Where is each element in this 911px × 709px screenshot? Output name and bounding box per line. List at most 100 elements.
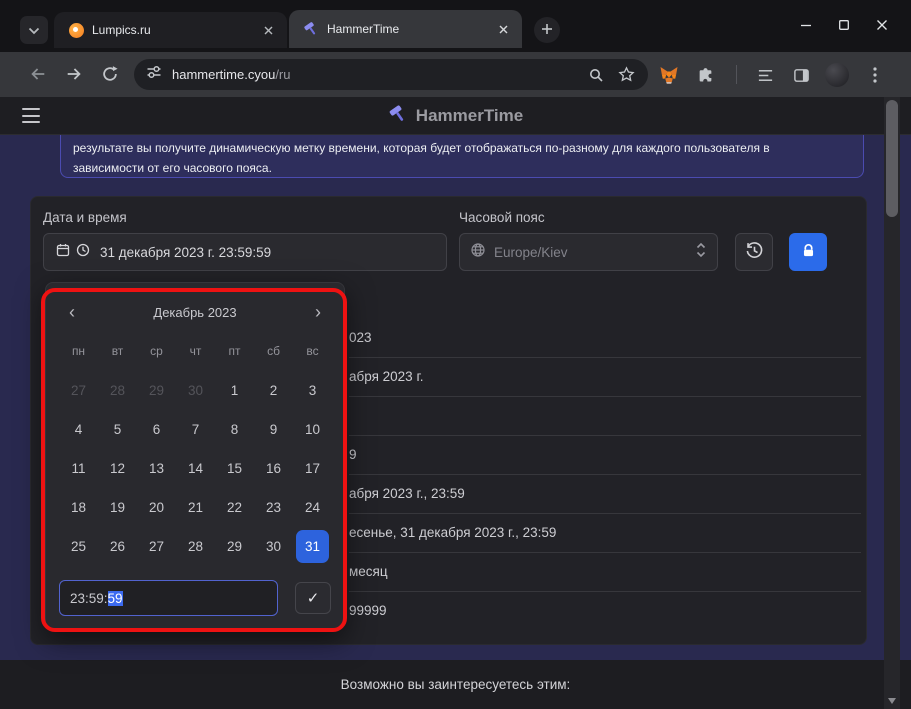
- scrollbar-down-arrow[interactable]: [888, 698, 896, 704]
- calendar-day[interactable]: 7: [176, 410, 215, 449]
- close-button[interactable]: [863, 10, 901, 40]
- result-row[interactable]: 9: [349, 436, 861, 475]
- weekday-label: ср: [150, 344, 163, 358]
- reading-list-icon[interactable]: [751, 63, 779, 87]
- metamask-extension-icon[interactable]: [655, 63, 683, 87]
- calendar-day[interactable]: 14: [176, 449, 215, 488]
- plus-icon: [541, 23, 553, 38]
- calendar-day[interactable]: 8: [215, 410, 254, 449]
- site-info-icon[interactable]: [146, 64, 162, 85]
- prev-month-button[interactable]: ‹: [59, 299, 85, 325]
- minimize-button[interactable]: [787, 10, 825, 40]
- side-panel-icon[interactable]: [787, 63, 815, 87]
- tab-title: Lumpics.ru: [92, 23, 151, 37]
- calendar-day[interactable]: 6: [137, 410, 176, 449]
- calendar-day-selected[interactable]: 31: [296, 530, 329, 563]
- calendar-day[interactable]: 13: [137, 449, 176, 488]
- url-text: hammertime.cyou/ru: [172, 67, 291, 82]
- next-month-button[interactable]: ›: [305, 299, 331, 325]
- weekday-label: чт: [189, 344, 202, 358]
- back-icon: [31, 68, 45, 80]
- calendar-day[interactable]: 9: [254, 410, 293, 449]
- calendar-day[interactable]: 17: [293, 449, 332, 488]
- select-chevrons-icon: [695, 241, 707, 264]
- result-row[interactable]: 99999: [349, 592, 861, 631]
- result-text-fragment: абря 2023 г., 23:59: [349, 486, 465, 501]
- browser-menu-icon[interactable]: [861, 63, 889, 87]
- calendar-day[interactable]: 15: [215, 449, 254, 488]
- timezone-label: Часовой пояс: [459, 210, 545, 225]
- intro-text-line: зависимости от его часового пояса.: [73, 160, 272, 175]
- calendar-day[interactable]: 12: [98, 449, 137, 488]
- zoom-icon[interactable]: [586, 65, 606, 85]
- reload-button[interactable]: [96, 60, 124, 88]
- confirm-time-button[interactable]: ✓: [295, 582, 331, 614]
- extensions-puzzle-icon[interactable]: [691, 63, 719, 87]
- calendar-day[interactable]: 20: [137, 488, 176, 527]
- calendar-day[interactable]: 3: [293, 371, 332, 410]
- calendar-day[interactable]: 21: [176, 488, 215, 527]
- forward-button[interactable]: [60, 60, 88, 88]
- result-row[interactable]: [349, 397, 861, 436]
- calendar-day[interactable]: 19: [98, 488, 137, 527]
- address-bar[interactable]: hammertime.cyou/ru: [134, 59, 648, 90]
- calendar-day[interactable]: 10: [293, 410, 332, 449]
- calendar-day[interactable]: 27: [137, 527, 176, 566]
- history-restore-icon: [745, 241, 764, 263]
- result-row[interactable]: абря 2023 г.: [349, 358, 861, 397]
- calendar-day[interactable]: 18: [59, 488, 98, 527]
- calendar-day[interactable]: 28: [98, 371, 137, 410]
- tab-close-icon[interactable]: [494, 20, 512, 38]
- tab-lumpics[interactable]: Lumpics.ru: [54, 12, 287, 48]
- profile-avatar[interactable]: [825, 63, 849, 87]
- datetime-label: Дата и время: [43, 210, 127, 225]
- history-button[interactable]: [735, 233, 773, 271]
- result-row[interactable]: 023: [349, 319, 861, 358]
- result-row[interactable]: месяц: [349, 553, 861, 592]
- calendar-day[interactable]: 26: [98, 527, 137, 566]
- site-title: HammerTime: [415, 106, 524, 125]
- weekday-label: сб: [267, 344, 280, 358]
- datetime-input[interactable]: 31 декабря 2023 г. 23:59:59: [43, 233, 447, 271]
- globe-icon: [470, 242, 486, 263]
- calendar-day[interactable]: 29: [215, 527, 254, 566]
- tab-hammertime[interactable]: HammerTime: [289, 10, 522, 48]
- weekday-label: вт: [111, 344, 124, 358]
- back-button[interactable]: [24, 60, 52, 88]
- bookmark-star-icon[interactable]: [616, 65, 636, 85]
- calendar-day[interactable]: 16: [254, 449, 293, 488]
- calendar-day[interactable]: 27: [59, 371, 98, 410]
- tab-title: HammerTime: [327, 22, 400, 36]
- time-value-selected: 59: [107, 590, 123, 606]
- calendar-day[interactable]: 22: [215, 488, 254, 527]
- tab-close-icon[interactable]: [259, 21, 277, 39]
- calendar-day[interactable]: 29: [137, 371, 176, 410]
- scrollbar-thumb[interactable]: [886, 100, 898, 217]
- result-text-fragment: абря 2023 г.: [349, 369, 424, 384]
- calendar-day[interactable]: 25: [59, 527, 98, 566]
- calendar-day[interactable]: 2: [254, 371, 293, 410]
- timezone-select[interactable]: Europe/Kiev: [459, 233, 718, 271]
- tab-search-button[interactable]: [20, 16, 48, 44]
- calendar-day[interactable]: 23: [254, 488, 293, 527]
- calendar-day[interactable]: 4: [59, 410, 98, 449]
- result-row[interactable]: абря 2023 г., 23:59: [349, 475, 861, 514]
- calendar-day[interactable]: 11: [59, 449, 98, 488]
- time-input[interactable]: 23:59: 59: [59, 580, 278, 616]
- weekday-label: пн: [71, 344, 86, 358]
- calendar-day[interactable]: 30: [254, 527, 293, 566]
- scrollbar-track[interactable]: [884, 97, 900, 709]
- calendar-day[interactable]: 1: [215, 371, 254, 410]
- calendar-day[interactable]: 28: [176, 527, 215, 566]
- result-row[interactable]: есенье, 31 декабря 2023 г., 23:59: [349, 514, 861, 553]
- maximize-button[interactable]: [825, 10, 863, 40]
- calendar-day[interactable]: 24: [293, 488, 332, 527]
- weekday-label: вс: [306, 344, 319, 358]
- calendar-weekdays: пн вт ср чт пт сб вс: [59, 340, 332, 362]
- calendar-day[interactable]: 5: [98, 410, 137, 449]
- result-text-fragment: есенье, 31 декабря 2023 г., 23:59: [349, 525, 557, 540]
- lumpics-favicon: [68, 22, 84, 38]
- lock-button[interactable]: [789, 233, 827, 271]
- calendar-day[interactable]: 30: [176, 371, 215, 410]
- new-tab-button[interactable]: [534, 17, 560, 43]
